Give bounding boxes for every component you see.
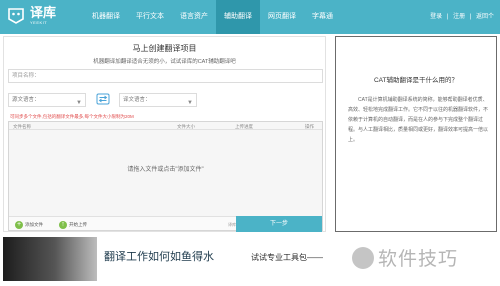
banner-headline: 翻译工作如何如鱼得水 bbox=[104, 251, 214, 263]
add-file-label: 添加文件 bbox=[25, 221, 43, 227]
logo-subtitle: YEEKIT bbox=[30, 19, 48, 25]
start-upload-button[interactable]: ↑ 开始上传 bbox=[59, 220, 87, 229]
register-link[interactable]: 注册 bbox=[453, 14, 465, 20]
plus-icon: + bbox=[15, 220, 23, 229]
upload-limit-warning: 可同步多个文件,包括的翻译文件最多,每个文件大小限制为20M bbox=[10, 114, 134, 119]
upload-icon: ↑ bbox=[59, 220, 67, 229]
add-file-button[interactable]: + 添加文件 bbox=[15, 220, 43, 229]
nav-item-language-assets[interactable]: 语言资产 bbox=[172, 0, 216, 34]
start-upload-label: 开始上传 bbox=[69, 221, 87, 227]
chevron-down-icon: ▼ bbox=[187, 100, 193, 106]
file-table-header: 文件名称 文件大小 上传进度 操作 bbox=[9, 122, 322, 130]
top-nav-bar: 译库 YEEKIT 机器翻译 平行文本 语言资产 辅助翻译 网页翻译 字幕通 登… bbox=[0, 0, 500, 34]
project-name-field[interactable]: 项目名称： bbox=[8, 69, 323, 83]
source-language-select[interactable]: 源文语言： ▼ bbox=[8, 93, 86, 107]
promo-banner[interactable]: 翻译工作如何如鱼得水 试试专业工具包—— bbox=[3, 232, 353, 286]
column-file-size: 文件大小 bbox=[177, 124, 195, 129]
create-project-panel: 马上创建翻译项目 机器翻译加翻译适合无须的小，试试译库的CAT辅助翻译吧 项目名… bbox=[3, 36, 326, 232]
logo[interactable]: 译库 YEEKIT bbox=[6, 5, 56, 25]
banner-tagline: 试试专业工具包—— bbox=[251, 253, 323, 262]
separator: | bbox=[446, 14, 449, 20]
login-link[interactable]: 登录 bbox=[430, 14, 442, 20]
nav-item-parallel-text[interactable]: 平行文本 bbox=[128, 0, 172, 34]
column-upload-progress: 上传进度 bbox=[235, 124, 253, 129]
nav-item-subtitles[interactable]: 字幕通 bbox=[304, 0, 341, 34]
swap-languages-icon[interactable] bbox=[96, 93, 110, 105]
column-actions: 操作 bbox=[305, 124, 314, 129]
file-upload-area[interactable]: 文件名称 文件大小 上传进度 操作 请拖入文件或点击"添加文件" + 添加文件 … bbox=[8, 121, 323, 231]
nav-item-assisted-translation[interactable]: 辅助翻译 bbox=[216, 0, 260, 34]
main-nav: 机器翻译 平行文本 语言资产 辅助翻译 网页翻译 字幕通 bbox=[84, 0, 341, 34]
target-language-label: 译文语言： bbox=[123, 97, 151, 103]
drop-hint: 请拖入文件或点击"添加文件" bbox=[127, 167, 204, 173]
chevron-down-icon: ▼ bbox=[76, 100, 82, 106]
watermark-text: 软件技巧 bbox=[378, 248, 459, 270]
page-description: 机器翻译加翻译适合无须的小，试试译库的CAT辅助翻译吧 bbox=[93, 59, 236, 65]
logo-icon bbox=[6, 5, 26, 25]
nav-item-web-translation[interactable]: 网页翻译 bbox=[260, 0, 304, 34]
info-body: CAT是计算机辅助翻译系统的简称，能够帮助翻译者优质、高效、轻松地完成翻译工作。… bbox=[348, 97, 489, 143]
cat-info-panel: CAT辅助翻译是干什么用的？ CAT是计算机辅助翻译系统的简称，能够帮助翻译者优… bbox=[335, 36, 497, 232]
banner-image bbox=[3, 237, 97, 281]
separator: | bbox=[469, 14, 472, 20]
return-link[interactable]: 返回个 bbox=[476, 14, 494, 20]
target-language-select[interactable]: 译文语言： ▼ bbox=[119, 93, 197, 107]
page-title: 马上创建翻译项目 bbox=[132, 44, 197, 53]
column-file-name: 文件名称 bbox=[13, 124, 31, 129]
source-language-label: 源文语言： bbox=[12, 97, 40, 103]
watermark: 软件技巧 bbox=[352, 244, 458, 271]
info-title: CAT辅助翻译是干什么用的？ bbox=[373, 77, 459, 84]
logo-name: 译库 bbox=[30, 4, 57, 20]
nav-item-machine-translation[interactable]: 机器翻译 bbox=[84, 0, 128, 34]
next-step-button[interactable]: 下一步 bbox=[236, 216, 322, 232]
watermark-logo-icon bbox=[352, 246, 374, 269]
account-links: 登录 | 注册 | 返回个 bbox=[427, 0, 494, 34]
